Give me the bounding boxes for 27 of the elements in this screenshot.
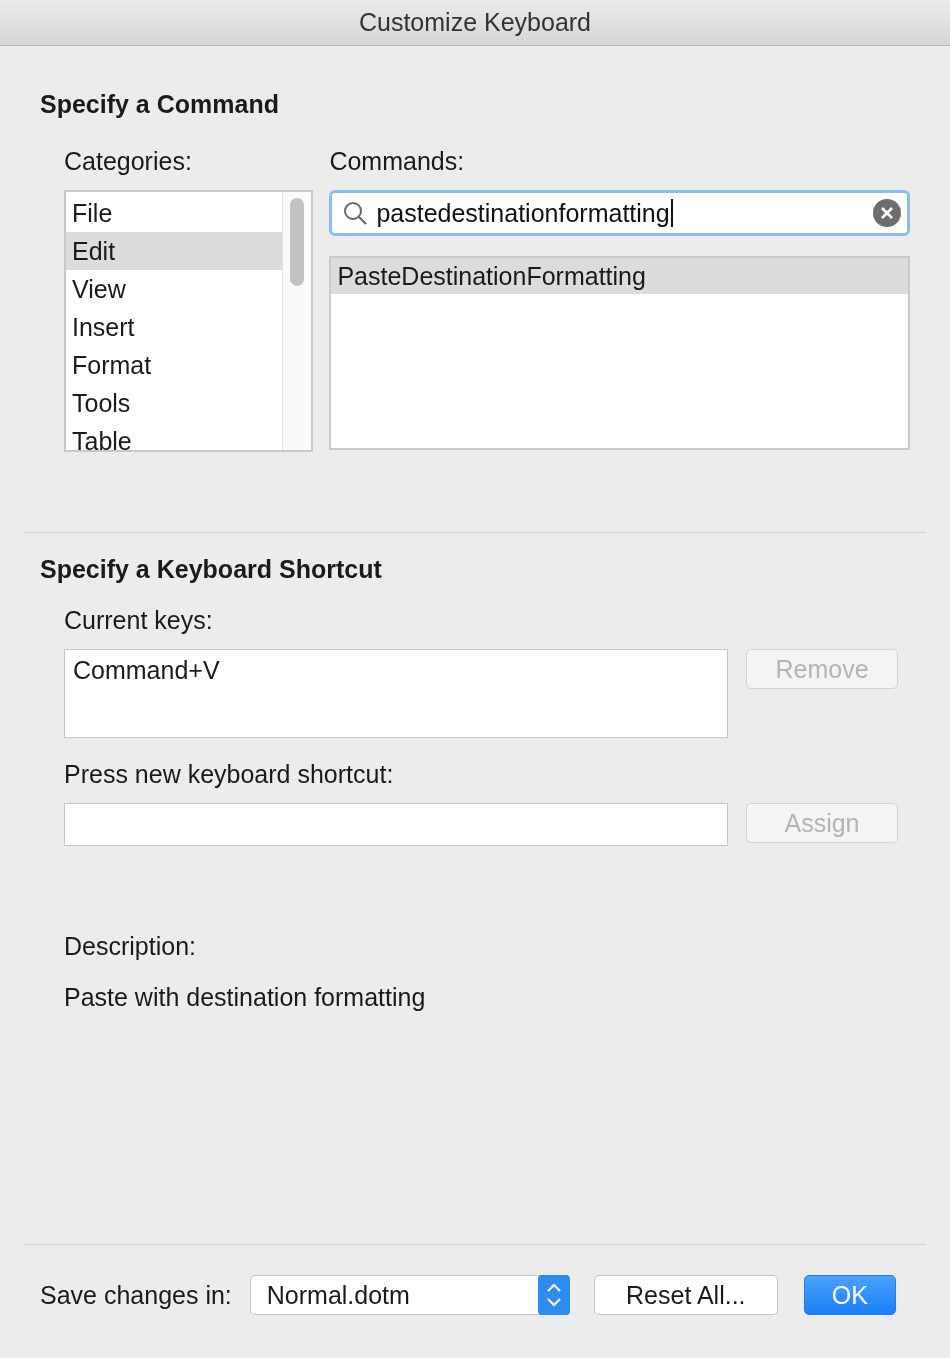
category-item[interactable]: File bbox=[66, 194, 283, 232]
clear-icon[interactable] bbox=[873, 199, 901, 227]
current-keys-label: Current keys: bbox=[64, 606, 214, 635]
categories-label: Categories: bbox=[64, 147, 193, 176]
category-item[interactable]: Format bbox=[66, 346, 283, 384]
save-location-dropdown[interactable]: Normal.dotm bbox=[249, 1275, 570, 1315]
window-title: Customize Keyboard bbox=[358, 8, 592, 37]
category-item[interactable]: View bbox=[66, 270, 283, 308]
commands-label: Commands: bbox=[329, 147, 466, 176]
dropdown-arrows-icon bbox=[537, 1275, 570, 1315]
section-heading: Specify a Keyboard Shortcut bbox=[40, 555, 383, 584]
key-item[interactable]: Command+V bbox=[65, 650, 727, 691]
category-item[interactable]: Table bbox=[66, 422, 283, 460]
new-shortcut-label: Press new keyboard shortcut: bbox=[64, 760, 395, 789]
command-item[interactable]: PasteDestinationFormatting bbox=[331, 258, 908, 294]
category-item[interactable]: Edit bbox=[66, 232, 283, 270]
description-text: Paste with destination formatting bbox=[64, 983, 427, 1012]
search-field[interactable]: pastedestinationformatting bbox=[329, 190, 910, 236]
category-item[interactable]: Tools bbox=[66, 384, 283, 422]
description-label: Description: bbox=[64, 932, 197, 961]
section-heading: Specify a Command bbox=[40, 90, 280, 119]
save-changes-label: Save changes in: bbox=[40, 1280, 232, 1310]
category-item[interactable]: Insert bbox=[66, 308, 283, 346]
shortcut-input-field[interactable] bbox=[64, 803, 728, 846]
search-icon bbox=[342, 200, 369, 226]
scrollbar-thumb[interactable] bbox=[290, 198, 305, 286]
reset-all-button[interactable]: Reset All... bbox=[593, 1275, 778, 1315]
